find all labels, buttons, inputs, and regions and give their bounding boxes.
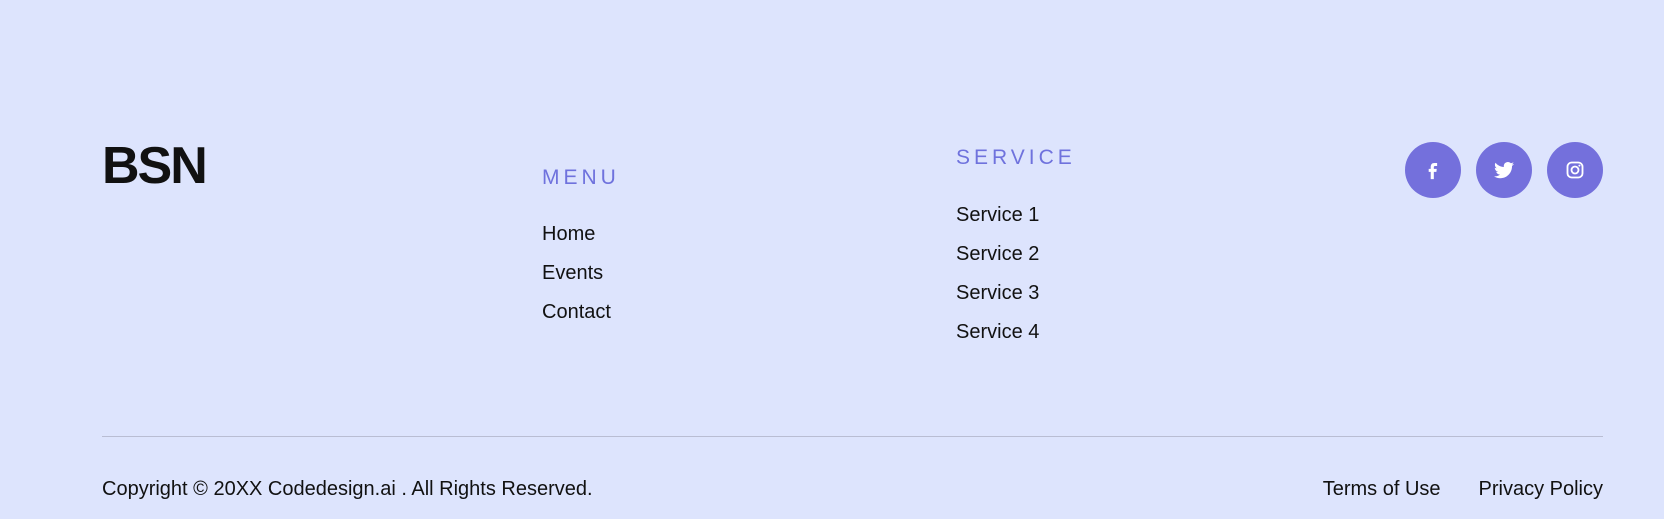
social-links: [1405, 142, 1603, 198]
menu-link-home[interactable]: Home: [542, 215, 611, 254]
copyright-text: Copyright © 20XX Codedesign.ai . All Rig…: [102, 478, 593, 500]
instagram-button[interactable]: [1547, 142, 1603, 198]
instagram-icon: [1566, 161, 1584, 179]
legal-links: Terms of Use Privacy Policy: [1323, 479, 1603, 499]
site-footer: BSN MENU Home Events Contact SERVICE Ser…: [0, 0, 1664, 519]
service-link-3[interactable]: Service 3: [956, 274, 1039, 313]
menu-link-contact[interactable]: Contact: [542, 293, 611, 332]
menu-heading: MENU: [542, 166, 620, 189]
menu-link-events[interactable]: Events: [542, 254, 611, 293]
menu-list: Home Events Contact: [542, 215, 611, 332]
terms-of-use-link[interactable]: Terms of Use: [1323, 479, 1441, 499]
service-list: Service 1 Service 2 Service 3 Service 4: [956, 196, 1039, 352]
twitter-button[interactable]: [1476, 142, 1532, 198]
footer-divider: [102, 436, 1603, 437]
brand-logo[interactable]: BSN: [102, 140, 208, 192]
twitter-icon: [1494, 162, 1514, 179]
facebook-icon: [1428, 162, 1438, 180]
service-link-1[interactable]: Service 1: [956, 196, 1039, 235]
service-link-2[interactable]: Service 2: [956, 235, 1039, 274]
service-heading: SERVICE: [956, 146, 1076, 169]
service-link-4[interactable]: Service 4: [956, 313, 1039, 352]
facebook-button[interactable]: [1405, 142, 1461, 198]
privacy-policy-link[interactable]: Privacy Policy: [1479, 479, 1603, 499]
